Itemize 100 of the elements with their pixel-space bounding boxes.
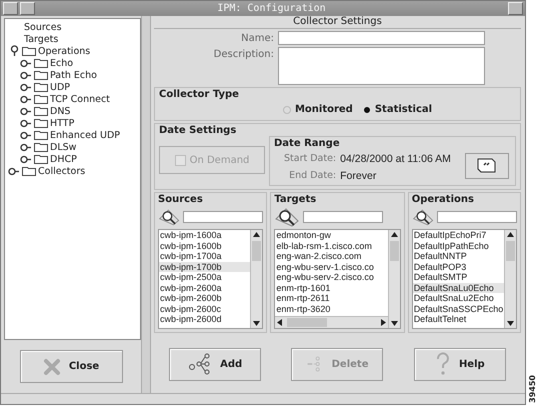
list-item[interactable]: DefaultPOP3: [412, 262, 504, 272]
list-item[interactable]: DefaultSnaSSCPEcho: [412, 304, 504, 314]
down-arrow-icon[interactable]: [390, 320, 398, 326]
scroll-thumb[interactable]: [506, 241, 515, 261]
radio-button[interactable]: [282, 106, 291, 114]
list-item[interactable]: enm-rtp-1601: [275, 282, 388, 293]
calendar-icon: [476, 156, 498, 176]
collapsed-node-icon[interactable]: [20, 81, 32, 93]
tree-item[interactable]: TCP Connect: [50, 94, 110, 104]
tree-item[interactable]: Targets: [8, 34, 58, 44]
tree-item[interactable]: DLSw: [50, 142, 76, 152]
expanded-node-icon[interactable]: [8, 45, 20, 57]
list-item[interactable]: enm-rtp-3620: [275, 304, 388, 314]
list-item[interactable]: cwb-ipm-1700a: [159, 251, 250, 262]
tree-item[interactable]: Enhanced UDP: [50, 130, 120, 140]
search-field[interactable]: [437, 211, 517, 223]
field-label: End Date:: [288, 170, 336, 182]
search-field[interactable]: [303, 211, 384, 223]
list-item[interactable]: cwb-ipm-2600b: [159, 293, 250, 304]
list-item[interactable]: elb-lab-rsm-1.cisco.com: [275, 240, 388, 251]
horizontal-scrollbar[interactable]: [275, 316, 388, 328]
scroll-thumb[interactable]: [390, 241, 399, 261]
vertical-scrollbar[interactable]: [388, 230, 400, 328]
window-menu-button[interactable]: [3, 2, 18, 15]
folder-icon: [34, 94, 48, 104]
list-item[interactable]: DefaultIpEchoPri7: [412, 230, 504, 240]
folder-icon: [34, 58, 48, 68]
tree-item[interactable]: HTTP: [50, 118, 74, 128]
add-button[interactable]: Add: [169, 348, 262, 380]
description-field[interactable]: [278, 47, 485, 85]
minimize-button[interactable]: [20, 2, 35, 15]
collapsed-node-icon[interactable]: [20, 57, 32, 69]
down-arrow-icon[interactable]: [253, 320, 260, 326]
list-item[interactable]: eng-wbu-serv-2.cisco.co: [275, 272, 388, 282]
list-item[interactable]: edmonton-gw: [275, 230, 388, 240]
right-arrow-icon[interactable]: [380, 319, 386, 326]
list-item[interactable]: enm-rtp-2611: [275, 293, 388, 304]
splitter-handle[interactable]: [141, 16, 151, 393]
collapsed-node-icon[interactable]: [20, 117, 32, 129]
scroll-thumb[interactable]: [287, 318, 328, 327]
close-button[interactable]: Close: [20, 350, 122, 383]
folder-icon: [34, 82, 48, 92]
up-arrow-icon[interactable]: [390, 232, 398, 238]
vertical-scrollbar[interactable]: [504, 230, 516, 328]
folder-icon: [34, 106, 48, 116]
list-item[interactable]: cwb-ipm-2600d: [159, 314, 250, 324]
group-title: Operations: [412, 194, 475, 205]
vertical-scrollbar[interactable]: [250, 230, 262, 328]
collapsed-node-icon[interactable]: [20, 69, 32, 81]
collapsed-node-icon[interactable]: [20, 93, 32, 105]
help-button[interactable]: Help: [414, 348, 506, 380]
field-label: Name:: [240, 32, 274, 44]
checkbox-label: On Demand: [190, 154, 250, 166]
tree-item[interactable]: Path Echo: [50, 70, 97, 80]
list-item[interactable]: eng-wbu-serv-1.cisco.co: [275, 262, 388, 272]
list-item[interactable]: cwb-ipm-2600c: [159, 304, 250, 314]
folder-icon: [34, 142, 48, 152]
panel-title: Collector Settings: [154, 16, 521, 29]
tree-item[interactable]: DHCP: [50, 154, 77, 164]
down-arrow-icon[interactable]: [507, 320, 514, 326]
collapsed-node-icon[interactable]: [20, 153, 32, 165]
tree-item[interactable]: DNS: [50, 106, 70, 116]
tree-item[interactable]: Operations: [38, 46, 90, 56]
collapsed-node-icon[interactable]: [20, 141, 32, 153]
window-title: IPM: Configuration: [216, 3, 327, 14]
up-arrow-icon[interactable]: [253, 232, 260, 238]
list-item[interactable]: DefaultSnaLu2Echo: [412, 293, 504, 304]
collapsed-node-icon[interactable]: [8, 165, 20, 177]
list-item[interactable]: DefaultNNTP: [412, 251, 504, 262]
list-item[interactable]: cwb-ipm-2600a: [159, 282, 250, 293]
collapsed-node-icon[interactable]: [20, 105, 32, 117]
left-arrow-icon[interactable]: [277, 319, 284, 326]
edit-date-button[interactable]: [464, 152, 509, 178]
up-arrow-icon[interactable]: [507, 232, 514, 238]
field-label: Start Date:: [284, 153, 336, 165]
tree-item[interactable]: Echo: [50, 58, 74, 68]
end-date-value: Forever: [340, 170, 378, 182]
list-item[interactable]: cwb-ipm-1600b: [159, 240, 250, 251]
list-item[interactable]: cwb-ipm-1600a: [159, 230, 250, 240]
list-item[interactable]: DefaultSMTP: [412, 272, 504, 282]
list-item[interactable]: DefaultSnaLu0Echo: [412, 282, 504, 293]
tree-item[interactable]: Collectors: [38, 166, 86, 176]
list-item[interactable]: DefaultIpPathEcho: [412, 240, 504, 251]
tree-item[interactable]: Sources: [8, 22, 62, 32]
folder-icon: [34, 118, 48, 128]
radio-button[interactable]: [364, 106, 370, 112]
list-item[interactable]: cwb-ipm-1700b: [159, 262, 250, 272]
search-icon: [158, 207, 180, 227]
maximize-button[interactable]: [508, 2, 523, 15]
list-item[interactable]: eng-wan-2.cisco.com: [275, 251, 388, 262]
search-field[interactable]: [183, 211, 264, 223]
list-item[interactable]: cwb-ipm-2500a: [159, 272, 250, 282]
radio-option[interactable]: Statistical: [362, 104, 432, 115]
radio-option[interactable]: Monitored: [282, 104, 353, 115]
group-title: Targets: [274, 194, 318, 205]
name-field[interactable]: [278, 31, 485, 45]
list-item[interactable]: DefaultTelnet: [412, 314, 504, 324]
tree-item[interactable]: UDP: [50, 82, 70, 92]
collapsed-node-icon[interactable]: [20, 129, 32, 141]
scroll-thumb[interactable]: [252, 241, 262, 261]
